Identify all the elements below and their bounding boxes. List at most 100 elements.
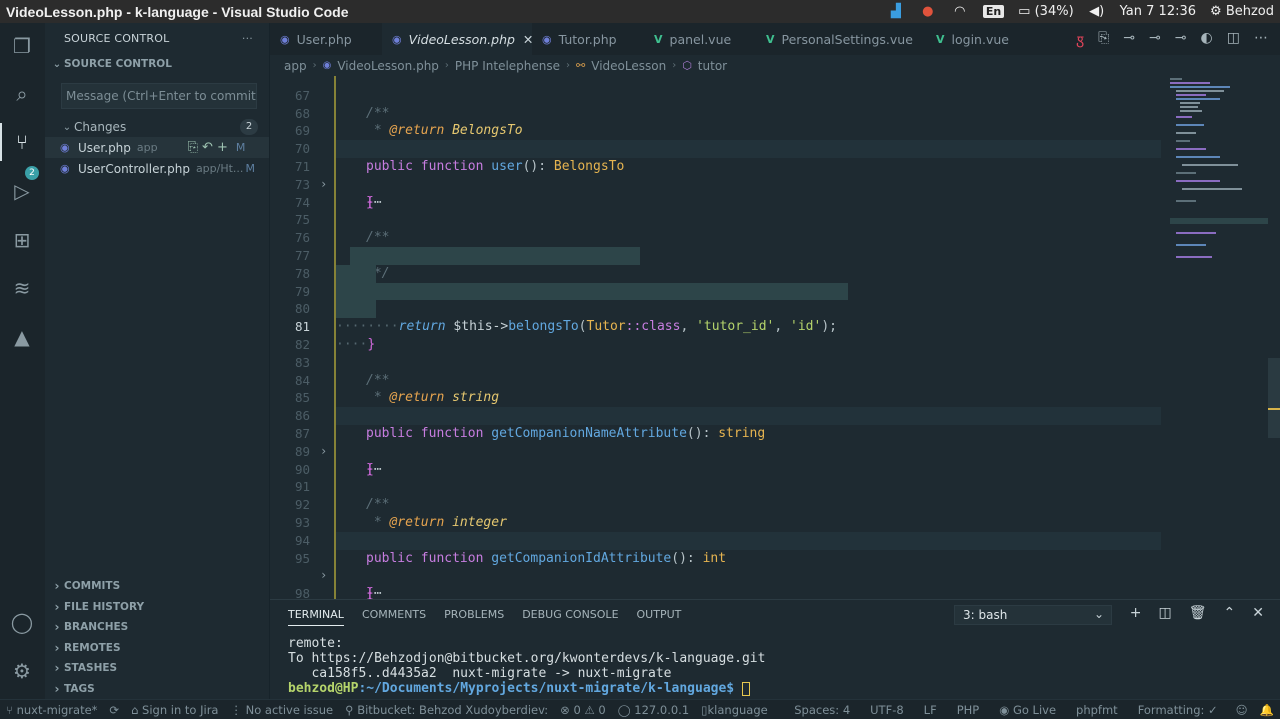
section-remotes[interactable]: › REMOTES bbox=[45, 638, 121, 658]
clock[interactable]: Yan 7 12:36 bbox=[1120, 4, 1196, 19]
changes-label: Changes bbox=[74, 120, 127, 134]
trash-icon[interactable]: 🗑 bbox=[1189, 605, 1207, 621]
source-control-icon[interactable]: ⑂ bbox=[9, 129, 35, 155]
changes-group[interactable]: ⌄ Changes 2 bbox=[45, 117, 269, 137]
project-indicator[interactable]: ▯klanguage bbox=[695, 703, 774, 717]
section-label: STASHES bbox=[64, 662, 118, 674]
new-terminal-icon[interactable]: + bbox=[1130, 605, 1142, 621]
volume-icon[interactable]: ◀) bbox=[1088, 4, 1106, 20]
bitbucket-icon: ⚲ bbox=[345, 702, 354, 717]
chevron-right-icon: › bbox=[54, 641, 60, 655]
notification-icon[interactable]: ● bbox=[919, 4, 937, 20]
tab-problems[interactable]: PROBLEMS bbox=[444, 608, 504, 621]
activity-bar: ❐ ⌕ ⑂ 2 ▷ ⊞ ≋ ▲ ◯ ⚙ bbox=[0, 23, 45, 699]
tab-panel-vue[interactable]: Vpanel.vue bbox=[644, 23, 756, 55]
bitbucket-account[interactable]: ⚲ Bitbucket: Behzod Xudoyberdiev: bbox=[339, 703, 554, 717]
php-file-icon: ◉ bbox=[542, 32, 552, 46]
gear-icon: ⚙ bbox=[1210, 4, 1222, 19]
more-actions-icon[interactable]: ⋯ bbox=[1254, 30, 1268, 49]
compare-icon[interactable]: ◐ bbox=[1201, 30, 1213, 49]
scm-provider-header[interactable]: ⌄ SOURCE CONTROL bbox=[45, 53, 269, 75]
tab-output[interactable]: OUTPUT bbox=[637, 608, 682, 621]
server-indicator[interactable]: ◯ 127.0.0.1 bbox=[612, 703, 695, 717]
code-line: 85 */ bbox=[270, 372, 1280, 423]
tab-comments[interactable]: COMMENTS bbox=[362, 608, 426, 621]
breadcrumb-method[interactable]: tutor bbox=[698, 59, 727, 73]
bell-icon[interactable]: 🔔 bbox=[1254, 703, 1280, 717]
open-file-icon[interactable]: ⎘ bbox=[188, 140, 198, 155]
search-icon[interactable]: ⌕ bbox=[9, 81, 35, 107]
more-actions-icon[interactable]: ··· bbox=[242, 32, 253, 45]
split-terminal-icon[interactable]: ◫ bbox=[1159, 605, 1172, 621]
active-issue[interactable]: ⋮ No active issue bbox=[224, 703, 339, 717]
section-stashes[interactable]: › STASHES bbox=[45, 658, 118, 678]
tab-terminal[interactable]: TERMINAL bbox=[288, 603, 344, 626]
section-tags[interactable]: › TAGS bbox=[45, 679, 95, 699]
split-editor-icon[interactable]: ◫ bbox=[1227, 30, 1240, 49]
code-editor[interactable]: 67 /** 68 * @return BelongsTo 69 */ 70 p… bbox=[270, 76, 1280, 599]
changed-file-row[interactable]: ◉ UserController.php app/Ht... M bbox=[45, 158, 269, 179]
branch-indicator[interactable]: ⑂ nuxt-migrate* bbox=[0, 703, 103, 717]
formatting-indicator[interactable]: Formatting: ✓ bbox=[1132, 703, 1230, 717]
tab-user-php[interactable]: ◉ User.php bbox=[270, 23, 382, 55]
terminal-output[interactable]: remote: To https://Behzodjon@bitbucket.or… bbox=[288, 636, 765, 696]
account-icon[interactable]: ◯ bbox=[9, 609, 35, 635]
system-top-bar: VideoLesson.php - k-language - Visual St… bbox=[0, 0, 1280, 23]
database-icon[interactable]: ≋ bbox=[9, 275, 35, 301]
commit-message-input[interactable]: Message (Ctrl+Enter to commit ... bbox=[61, 83, 257, 109]
sync-icon[interactable]: ⟳ bbox=[103, 703, 125, 717]
tab-personalsettings-vue[interactable]: V PersonalSettings.vue bbox=[756, 23, 926, 55]
section-branches[interactable]: › BRANCHES bbox=[45, 617, 129, 637]
chevron-down-icon: ⌄ bbox=[62, 121, 72, 133]
commit-node-icon[interactable]: ⊸ bbox=[1149, 30, 1161, 49]
keyboard-layout-indicator[interactable]: En bbox=[982, 5, 1005, 18]
issue-icon: ⋮ bbox=[230, 702, 242, 717]
terminal-select[interactable]: 3: bash ⌄ bbox=[954, 605, 1112, 625]
minimap[interactable] bbox=[1166, 76, 1268, 266]
explorer-icon[interactable]: ❐ bbox=[9, 33, 35, 59]
settings-gear-icon[interactable]: ⚙ bbox=[9, 658, 35, 684]
git-graph-icon[interactable]: ꟑ bbox=[1076, 30, 1084, 49]
battery-indicator[interactable]: ▭ (34%) bbox=[1018, 4, 1073, 19]
next-change-icon[interactable]: ⊸ bbox=[1175, 30, 1187, 49]
breadcrumb-namespace[interactable]: PHP Intelephense bbox=[455, 59, 560, 73]
indentation-indicator[interactable]: Spaces: 4 bbox=[788, 703, 864, 717]
activity-graph-icon[interactable]: ▟ bbox=[887, 4, 905, 20]
section-file-history[interactable]: › FILE HISTORY bbox=[45, 597, 145, 617]
source-control-sidebar: SOURCE CONTROL ··· ⌄ SOURCE CONTROL Mess… bbox=[45, 23, 270, 699]
jira-signin[interactable]: ⌂ Sign in to Jira bbox=[125, 703, 224, 717]
maximize-panel-icon[interactable]: ⌃ bbox=[1224, 605, 1236, 621]
breadcrumb-folder[interactable]: app bbox=[284, 59, 307, 73]
formatter-indicator[interactable]: phpfmt bbox=[1070, 703, 1132, 717]
wifi-icon[interactable]: ◠ bbox=[951, 4, 969, 20]
open-changes-icon[interactable]: ⎘ bbox=[1098, 30, 1109, 49]
extensions-icon[interactable]: ⊞ bbox=[9, 227, 35, 253]
run-debug-icon[interactable]: ▷ bbox=[9, 178, 35, 204]
user-menu[interactable]: ⚙ Behzod bbox=[1210, 4, 1274, 19]
changed-file-row[interactable]: ◉ User.php app ⎘ ↶ + M bbox=[45, 137, 269, 158]
breadcrumb-file[interactable]: VideoLesson.php bbox=[337, 59, 439, 73]
code-line: 76 * @return BelongsTo bbox=[270, 211, 1280, 263]
tab-videolesson-php[interactable]: ◉ VideoLesson.php ✕ bbox=[382, 23, 533, 55]
tab-login-vue[interactable]: Vlogin.vue bbox=[926, 23, 1026, 55]
tab-tutor-php[interactable]: ◉ Tutor.php bbox=[532, 23, 644, 55]
active-indicator bbox=[0, 123, 2, 161]
section-commits[interactable]: › COMMITS bbox=[45, 576, 121, 596]
close-icon[interactable]: ✕ bbox=[1252, 605, 1264, 621]
section-label: COMMITS bbox=[64, 580, 121, 592]
scm-provider-title: SOURCE CONTROL bbox=[64, 58, 172, 70]
breadcrumb-class[interactable]: VideoLesson bbox=[591, 59, 666, 73]
feedback-icon[interactable]: ☺ bbox=[1230, 703, 1254, 717]
eol-indicator[interactable]: LF bbox=[918, 703, 951, 717]
previous-change-icon[interactable]: ⊸ bbox=[1123, 30, 1135, 49]
problems-indicator[interactable]: ⊗ 0 ⚠ 0 bbox=[554, 703, 612, 717]
language-mode[interactable]: PHP bbox=[951, 703, 994, 717]
tab-debug-console[interactable]: DEBUG CONSOLE bbox=[522, 608, 618, 621]
discard-changes-icon[interactable]: ↶ bbox=[202, 140, 213, 155]
encoding-indicator[interactable]: UTF-8 bbox=[864, 703, 918, 717]
scrollbar-thumb[interactable] bbox=[1268, 358, 1280, 438]
deploy-icon[interactable]: ▲ bbox=[9, 324, 35, 350]
code-line: 79 ····{ bbox=[270, 265, 1280, 317]
stage-changes-icon[interactable]: + bbox=[217, 140, 228, 155]
go-live-button[interactable]: ◉ Go Live bbox=[993, 703, 1070, 717]
